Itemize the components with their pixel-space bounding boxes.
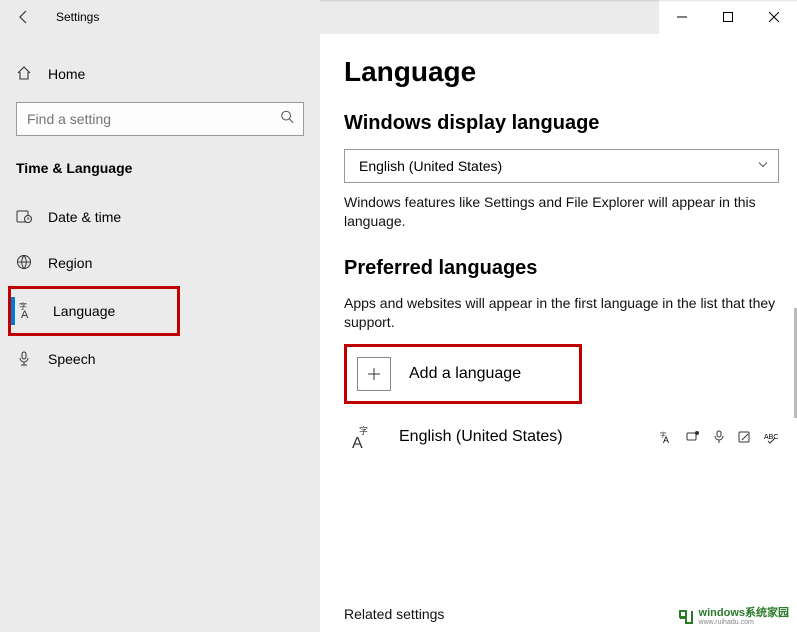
home-icon [16, 65, 32, 84]
display-language-dropdown[interactable]: English (United States) [344, 149, 779, 183]
language-feature-icons: 字A ABC [659, 429, 779, 445]
maximize-button[interactable] [705, 0, 751, 34]
search-container [16, 102, 304, 136]
minimize-button[interactable] [659, 0, 705, 34]
sidebar-item-language[interactable]: 字A Language [11, 289, 177, 333]
nav-home-label: Home [48, 66, 85, 82]
sidebar-item-speech[interactable]: Speech [0, 336, 320, 382]
text-to-speech-feature-icon [685, 429, 701, 445]
svg-text:A: A [663, 435, 669, 444]
watermark-logo-icon [677, 608, 695, 626]
svg-text:A: A [352, 435, 363, 450]
add-language-label: Add a language [409, 365, 521, 383]
highlight-box-add-language: Add a language [344, 344, 582, 404]
language-character-icon: 字A [347, 424, 381, 450]
titlebar: Settings [0, 0, 797, 34]
maximize-icon [723, 12, 733, 22]
page-title: Language [344, 56, 779, 88]
back-button[interactable] [0, 0, 48, 34]
window-controls [659, 0, 797, 34]
display-language-description: Windows features like Settings and File … [344, 193, 779, 231]
display-language-value: English (United States) [359, 158, 502, 174]
svg-text:A: A [21, 309, 29, 319]
close-button[interactable] [751, 0, 797, 34]
watermark: windows系统家园 www.ruihadu.com [677, 608, 789, 626]
close-icon [769, 12, 779, 22]
chevron-down-icon [758, 160, 768, 173]
window-title: Settings [56, 10, 99, 24]
handwriting-feature-icon [737, 429, 753, 445]
svg-text:ABC: ABC [764, 434, 778, 441]
sidebar-category: Time & Language [0, 154, 320, 194]
language-name: English (United States) [399, 428, 563, 446]
watermark-text: windows系统家园 [699, 607, 789, 619]
preferred-languages-description: Apps and websites will appear in the fir… [344, 294, 779, 332]
sidebar-item-date-time[interactable]: Date & time [0, 194, 320, 240]
arrow-left-icon [16, 9, 32, 25]
minimize-icon [677, 12, 687, 22]
sidebar-item-label: Speech [48, 351, 95, 367]
section-display-language: Windows display language [344, 112, 779, 135]
watermark-sub: www.ruihadu.com [699, 619, 789, 626]
highlight-box-language: 字A Language [8, 286, 180, 336]
microphone-icon [16, 350, 32, 369]
search-input[interactable] [16, 102, 304, 136]
language-character-icon: 字A [19, 301, 37, 322]
related-settings-heading: Related settings [344, 606, 444, 622]
globe-icon [16, 254, 32, 273]
search-icon [280, 110, 294, 129]
speech-recognition-feature-icon [711, 429, 727, 445]
spellcheck-feature-icon: ABC [763, 429, 779, 445]
language-list-item[interactable]: 字A English (United States) 字A ABC [344, 412, 779, 462]
sidebar-item-label: Region [48, 255, 92, 271]
sidebar-item-region[interactable]: Region [0, 240, 320, 286]
sidebar-item-label: Date & time [48, 209, 121, 225]
content-area: Language Windows display language Englis… [320, 34, 797, 632]
clock-calendar-icon [16, 208, 32, 227]
sidebar: Home Time & Language Date & time Region [0, 34, 320, 632]
sidebar-item-label: Language [53, 303, 115, 319]
section-preferred-languages: Preferred languages [344, 257, 779, 280]
display-language-feature-icon: 字A [659, 429, 675, 445]
plus-icon [357, 357, 391, 391]
nav-home[interactable]: Home [0, 54, 320, 94]
add-language-button[interactable]: Add a language [347, 347, 579, 401]
